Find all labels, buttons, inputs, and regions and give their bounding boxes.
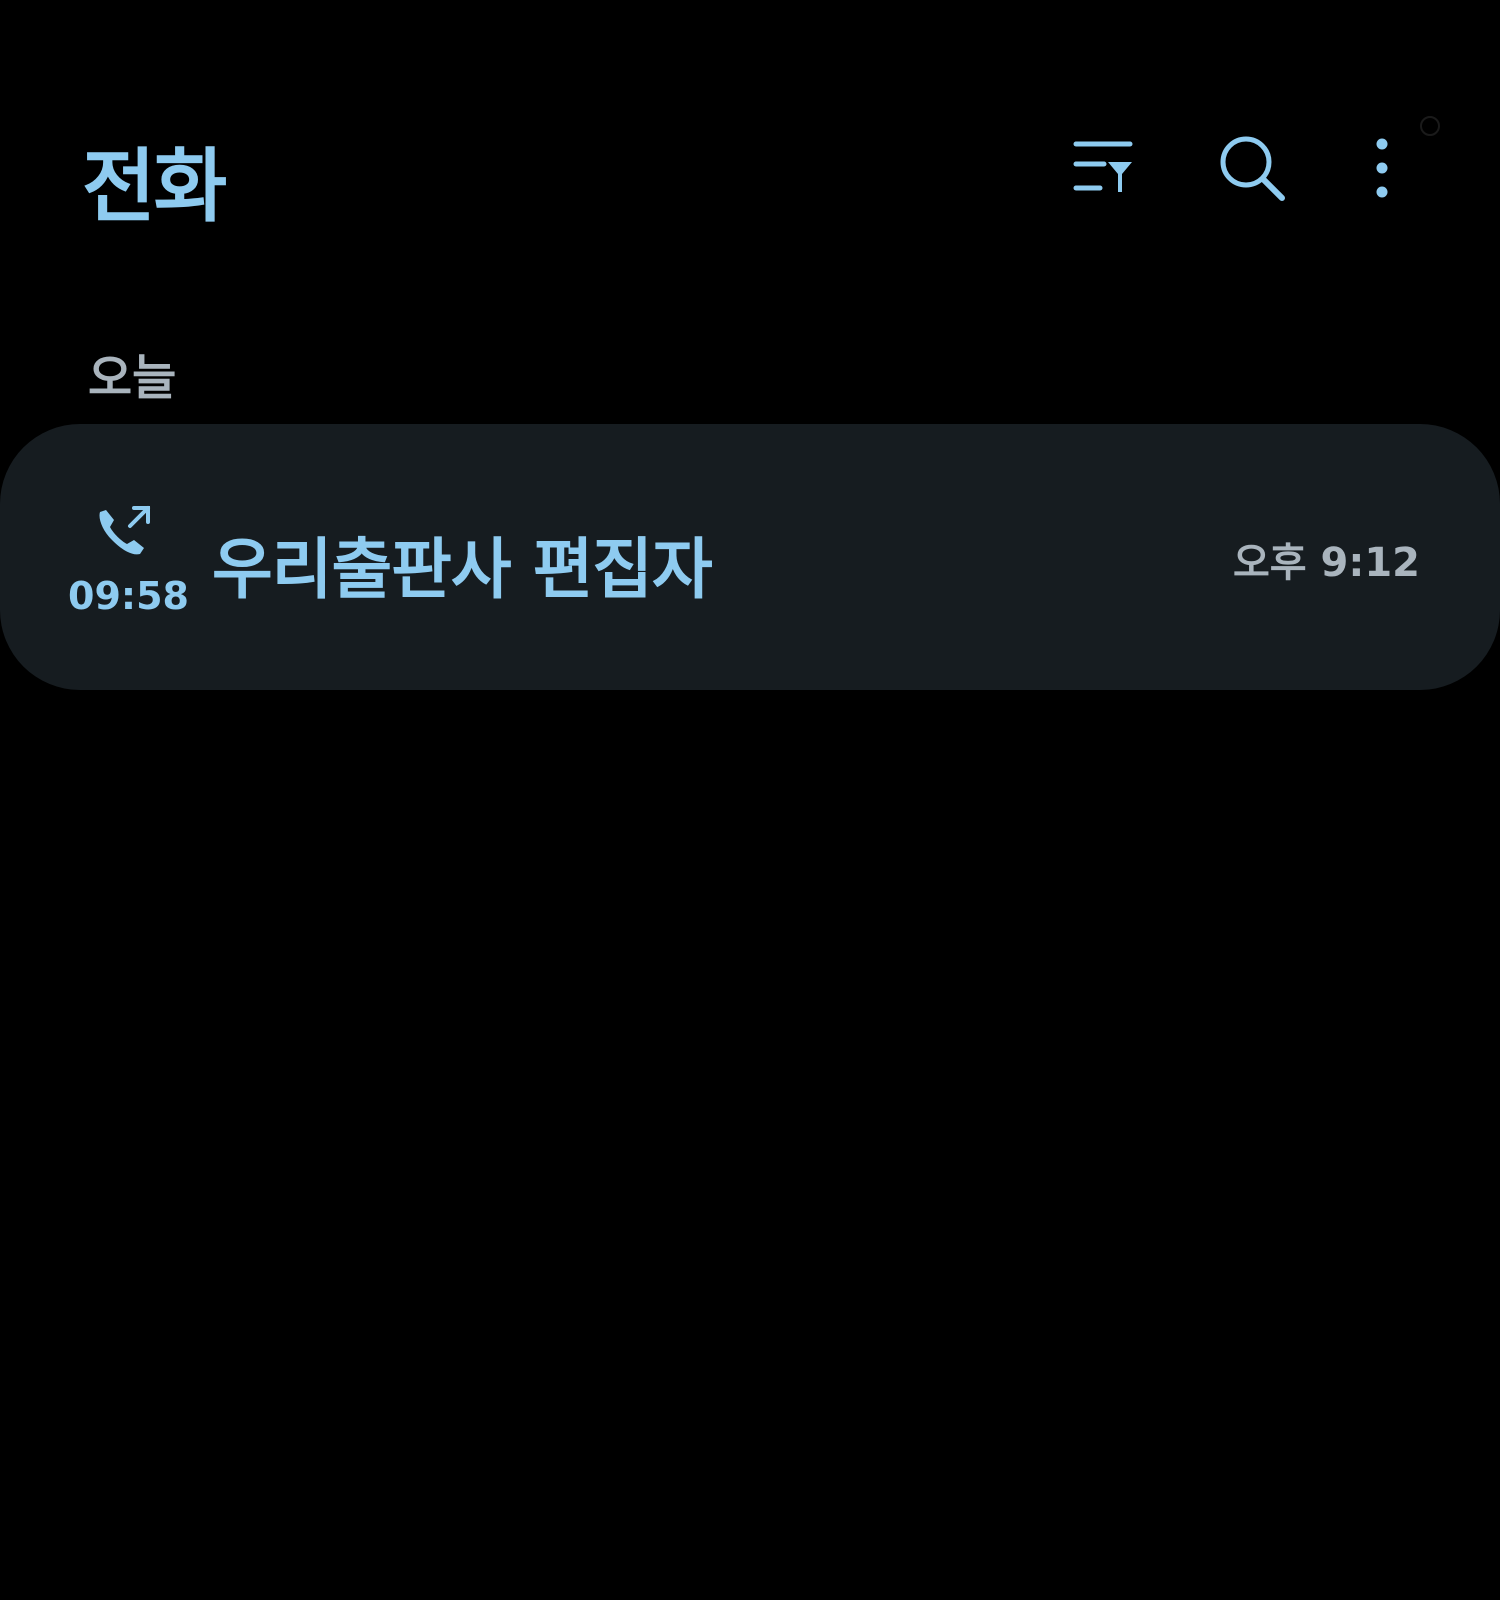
camera-cutout bbox=[1420, 116, 1440, 136]
contact-name: 우리출판사 편집자 bbox=[212, 531, 713, 608]
search-icon[interactable] bbox=[1218, 134, 1288, 204]
filter-icon[interactable] bbox=[1072, 138, 1136, 202]
call-log-item[interactable]: 09:58 우리출판사 편집자 오후 9:12 bbox=[0, 424, 1500, 690]
call-time: 오후 9:12 bbox=[1232, 540, 1420, 586]
section-header-today: 오늘 bbox=[88, 350, 177, 406]
call-duration: 09:58 bbox=[68, 574, 189, 618]
outgoing-call-icon bbox=[99, 506, 150, 555]
more-vert-icon[interactable] bbox=[1370, 136, 1394, 202]
page-title: 전화 bbox=[82, 140, 227, 233]
